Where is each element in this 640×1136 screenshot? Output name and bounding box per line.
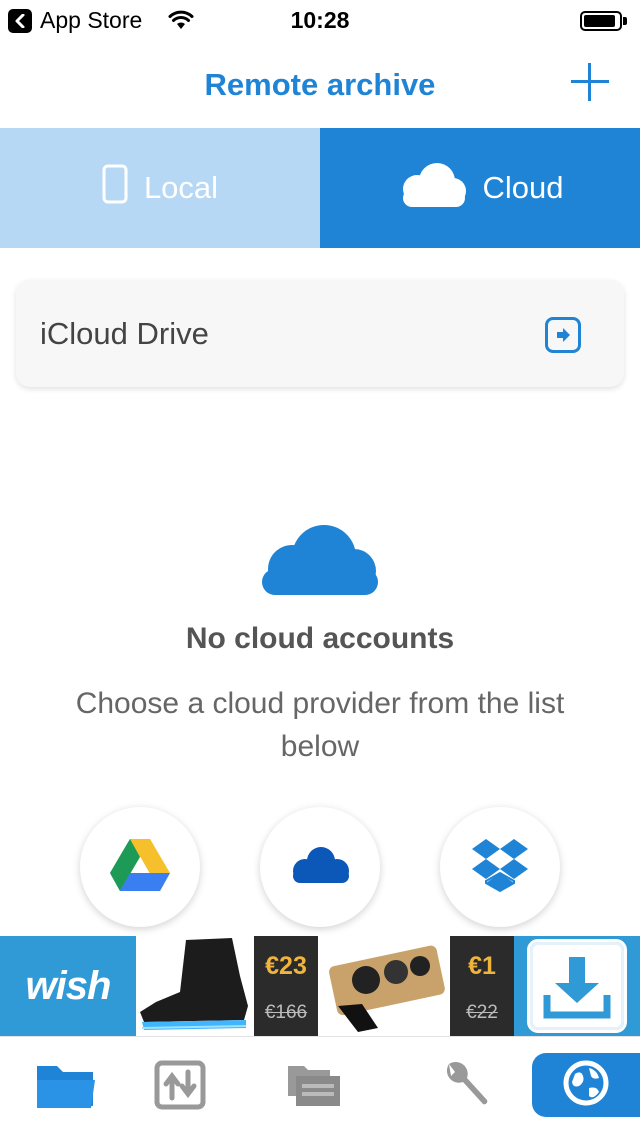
tab-tools[interactable] <box>416 1037 516 1136</box>
ad-product-image-shoe <box>136 936 254 1036</box>
tab-web[interactable] <box>532 1053 640 1117</box>
ad-price-tag: €23 €166 <box>254 936 318 1036</box>
empty-state-title: No cloud accounts <box>185 622 455 655</box>
empty-state-subtitle: Choose a cloud provider from the list be… <box>75 687 565 763</box>
download-icon <box>527 939 627 1033</box>
dropbox-button[interactable] <box>440 807 560 927</box>
phone-icon <box>102 164 128 212</box>
ad-price: €23 <box>265 952 307 980</box>
page-title: Remote archive <box>204 67 436 102</box>
battery-tip <box>623 17 627 25</box>
globe-icon <box>563 1060 609 1111</box>
ad-product-image-lens <box>318 936 450 1036</box>
ad-banner[interactable]: wish €23 €166 €1 €22 <box>0 936 640 1036</box>
folder-icon <box>35 1060 97 1115</box>
source-segmented-control: Local Cloud <box>0 128 640 248</box>
tab-files[interactable] <box>16 1037 116 1136</box>
dropbox-icon <box>470 837 530 898</box>
enter-arrow-icon[interactable] <box>545 317 581 353</box>
plus-icon[interactable] <box>571 63 609 101</box>
tab-archive[interactable] <box>264 1037 364 1136</box>
onedrive-icon <box>289 846 351 888</box>
ad-price: €1 <box>468 952 496 980</box>
nav-bar: Remote archive <box>0 40 640 128</box>
status-bar: App Store 10:28 <box>0 0 640 40</box>
wrench-icon <box>441 1060 491 1115</box>
tab-bar <box>0 1036 640 1136</box>
ad-old-price: €166 <box>264 1002 308 1023</box>
ad-brand-logo: wish <box>0 936 136 1036</box>
archive-icon <box>286 1062 342 1113</box>
cloud-icon <box>397 161 467 215</box>
onedrive-button[interactable] <box>260 807 380 927</box>
ad-download-button[interactable] <box>514 936 640 1036</box>
tab-local-label: Local <box>143 170 219 205</box>
battery-fill <box>584 15 615 27</box>
icloud-drive-row[interactable]: iCloud Drive <box>16 280 624 387</box>
status-time: 10:28 <box>290 7 350 33</box>
tab-local[interactable]: Local <box>0 128 320 248</box>
ad-old-price: €22 <box>466 1002 498 1023</box>
tab-cloud-label: Cloud <box>482 170 564 205</box>
google-drive-icon <box>110 838 170 896</box>
ad-price-tag: €1 €22 <box>450 936 514 1036</box>
google-drive-button[interactable] <box>80 807 200 927</box>
tab-transfer[interactable] <box>130 1037 230 1136</box>
icloud-drive-label: iCloud Drive <box>40 316 209 351</box>
tab-cloud[interactable]: Cloud <box>320 128 640 248</box>
empty-cloud-icon <box>258 525 382 600</box>
battery-icon <box>580 11 622 31</box>
transfer-icon <box>154 1060 206 1115</box>
